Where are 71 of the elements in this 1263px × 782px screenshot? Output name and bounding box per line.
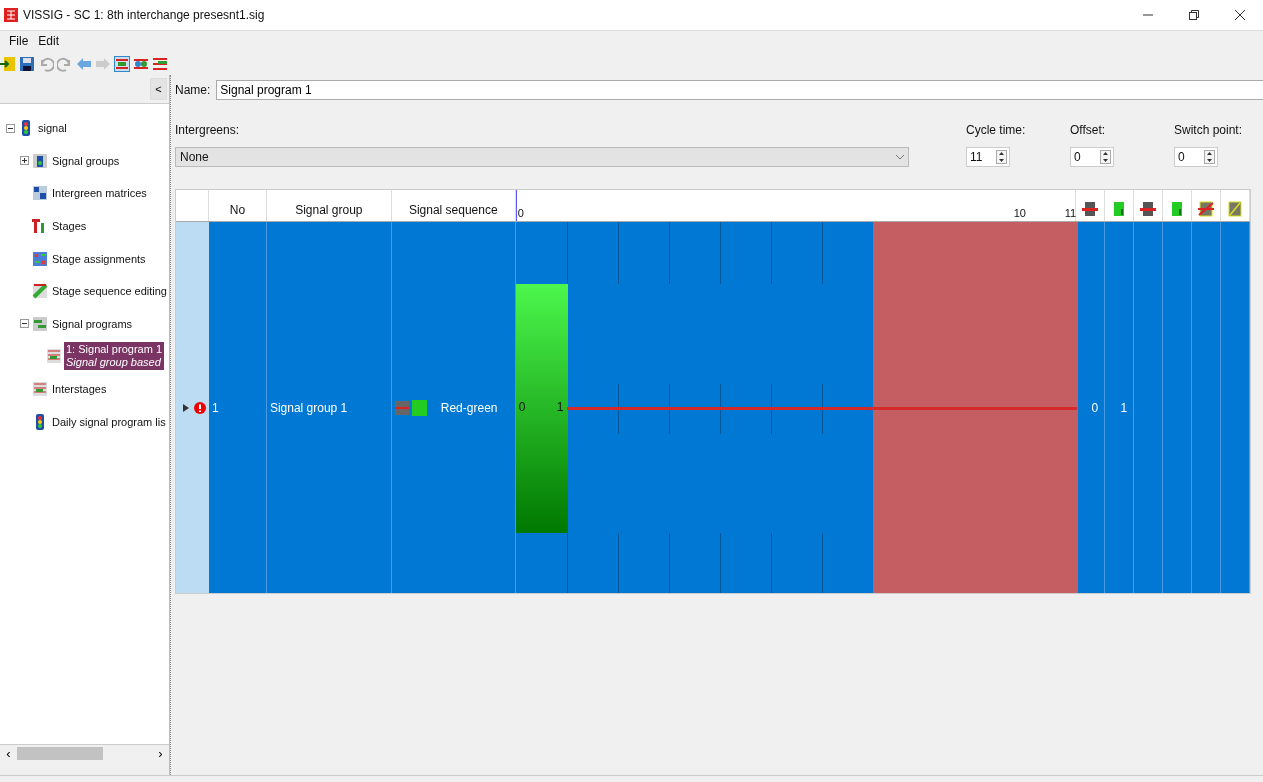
close-icon xyxy=(1235,10,1245,20)
signal-state-icon xyxy=(1227,201,1243,217)
scrollbar-thumb[interactable] xyxy=(17,747,103,760)
spinner-label: Offset: xyxy=(1070,123,1107,137)
signal-phase-bar[interactable] xyxy=(515,284,568,533)
tree-item[interactable]: Signal groups xyxy=(50,153,122,168)
signal-state-icon xyxy=(1140,201,1157,217)
tree-node-icon xyxy=(32,315,48,332)
tree-node-icon xyxy=(32,250,48,267)
signal-chart-icon[interactable] xyxy=(133,56,149,72)
signal-state-icon xyxy=(1198,201,1214,217)
table-cell: 1 xyxy=(211,400,219,415)
collapse-icon[interactable] xyxy=(20,319,29,329)
chevron-down-icon xyxy=(896,154,904,160)
spinner-label: Cycle time: xyxy=(966,123,1027,137)
tree-item[interactable]: Intergreen matrices xyxy=(50,186,149,201)
number-spinner[interactable]: 0 xyxy=(1070,147,1114,167)
tree-node-icon xyxy=(32,381,48,398)
signal-chart-icon[interactable] xyxy=(152,56,168,72)
spinner-arrows-icon[interactable] xyxy=(996,150,1007,164)
window-title: VISSIG - SC 1: 8th interchange presesnt1.sig xyxy=(23,8,266,22)
column-header: No xyxy=(229,203,246,217)
spinner-arrows-icon[interactable] xyxy=(1204,150,1215,164)
app-icon xyxy=(4,8,18,22)
number-spinner[interactable]: 11 xyxy=(966,147,1010,167)
table-row[interactable]: 1 Signal group 1 Red-green 0 1 0 1 xyxy=(176,222,1250,593)
expand-icon[interactable] xyxy=(20,156,29,166)
time-tick-label: 0 xyxy=(517,207,524,219)
table-cell: 0 xyxy=(1091,400,1099,415)
time-tick-label: 11 xyxy=(1064,207,1077,219)
time-tick-label: 10 xyxy=(1013,207,1026,219)
name-label: Name: xyxy=(175,83,211,97)
tree-node-icon xyxy=(32,185,48,202)
save-icon[interactable] xyxy=(19,56,35,72)
signal-sequence-icon xyxy=(394,398,427,417)
tree-item[interactable]: Daily signal program lis xyxy=(50,414,168,429)
tree-item[interactable]: Signal programs xyxy=(50,316,135,331)
spinner-label: Switch point: xyxy=(1174,123,1244,137)
collapse-icon[interactable] xyxy=(6,123,15,133)
back-arrow-icon[interactable] xyxy=(76,56,92,72)
tree-item[interactable]: Stages xyxy=(50,219,89,234)
phase-end-label: 1 xyxy=(556,400,564,414)
name-field[interactable]: Signal program 1 xyxy=(216,80,1263,100)
menu-item[interactable]: File xyxy=(6,34,32,50)
column-header: Signal sequence xyxy=(408,203,498,217)
tree-node-icon xyxy=(46,348,62,365)
signal-chart-icon[interactable] xyxy=(114,56,130,72)
phase-start-label: 0 xyxy=(518,400,526,414)
table-cell: 1 xyxy=(1120,400,1128,415)
horizontal-scrollbar[interactable]: ‹ › xyxy=(0,744,169,762)
tree-node-icon xyxy=(32,152,48,169)
tree-item[interactable]: signal xyxy=(36,121,69,136)
tree-item[interactable]: Stage sequence editing xyxy=(50,284,169,299)
column-header: Signal group xyxy=(295,203,363,217)
menu-item[interactable]: Edit xyxy=(35,34,63,50)
row-pointer-icon xyxy=(182,403,189,412)
restore-icon xyxy=(1189,10,1199,20)
time-cursor[interactable] xyxy=(515,190,517,221)
collapse-panel-button[interactable]: < xyxy=(150,78,167,100)
spinner-arrows-icon[interactable] xyxy=(1100,150,1111,164)
signal-state-icon xyxy=(1082,201,1099,217)
number-spinner[interactable]: 0 xyxy=(1174,147,1218,167)
tree-item[interactable]: Stage assignments xyxy=(50,251,148,266)
tree-node-icon xyxy=(32,283,48,300)
intergreens-dropdown[interactable]: None xyxy=(175,147,909,167)
table-cell: Red-green xyxy=(440,400,498,415)
tree-item[interactable]: 1: Signal program 1 Signal group based xyxy=(64,342,164,371)
intergreens-label: Intergreens: xyxy=(175,123,241,137)
tree-item[interactable]: Interstages xyxy=(50,382,109,397)
table-cell: Signal group 1 xyxy=(269,400,348,415)
import-icon[interactable] xyxy=(0,56,16,72)
